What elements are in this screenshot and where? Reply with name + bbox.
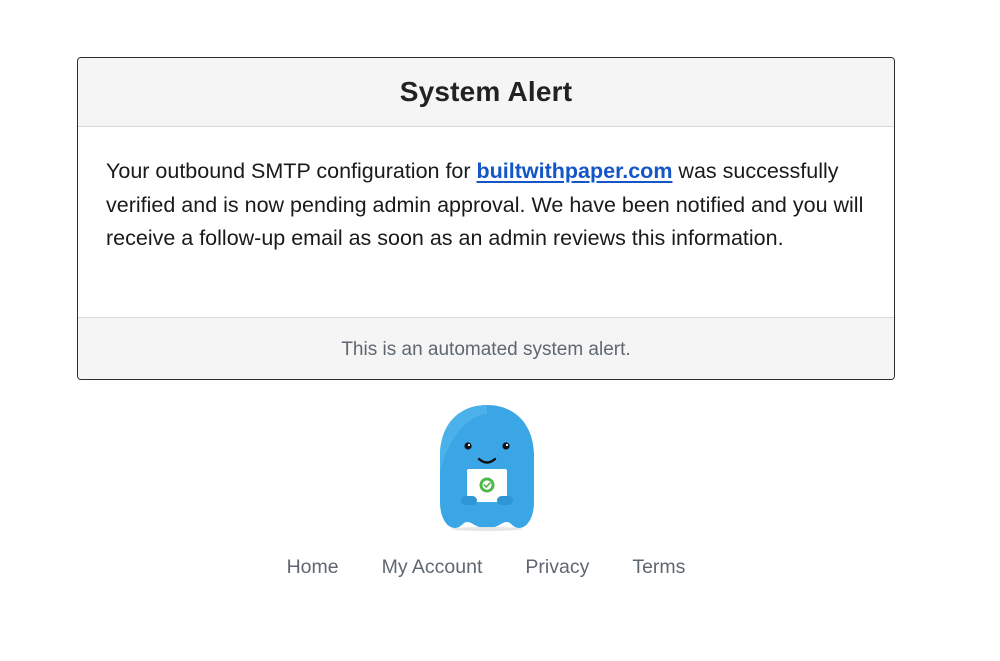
- alert-title: System Alert: [399, 76, 573, 107]
- domain-link[interactable]: builtwithpaper.com: [477, 159, 673, 183]
- footer-link-privacy[interactable]: Privacy: [525, 556, 589, 579]
- alert-message-prefix: Your outbound SMTP configuration for: [106, 159, 477, 183]
- footer-nav: Home My Account Privacy Terms: [0, 556, 1000, 579]
- mascot-icon: [440, 405, 534, 531]
- mascot-right-hand: [497, 496, 513, 505]
- footer-link-home[interactable]: Home: [287, 556, 339, 579]
- mascot-left-hand: [461, 496, 477, 505]
- alert-footer-text: This is an automated system alert.: [341, 338, 631, 360]
- alert-footer: This is an automated system alert.: [78, 317, 894, 379]
- system-alert-card: System Alert Your outbound SMTP configur…: [77, 57, 895, 380]
- mascot-left-eye: [464, 442, 472, 450]
- footer-link-my-account[interactable]: My Account: [382, 556, 483, 579]
- alert-header: System Alert: [78, 58, 894, 127]
- alert-message: Your outbound SMTP configuration for bui…: [78, 127, 894, 317]
- footer-link-terms[interactable]: Terms: [632, 556, 685, 579]
- mascot-right-eye: [502, 442, 510, 450]
